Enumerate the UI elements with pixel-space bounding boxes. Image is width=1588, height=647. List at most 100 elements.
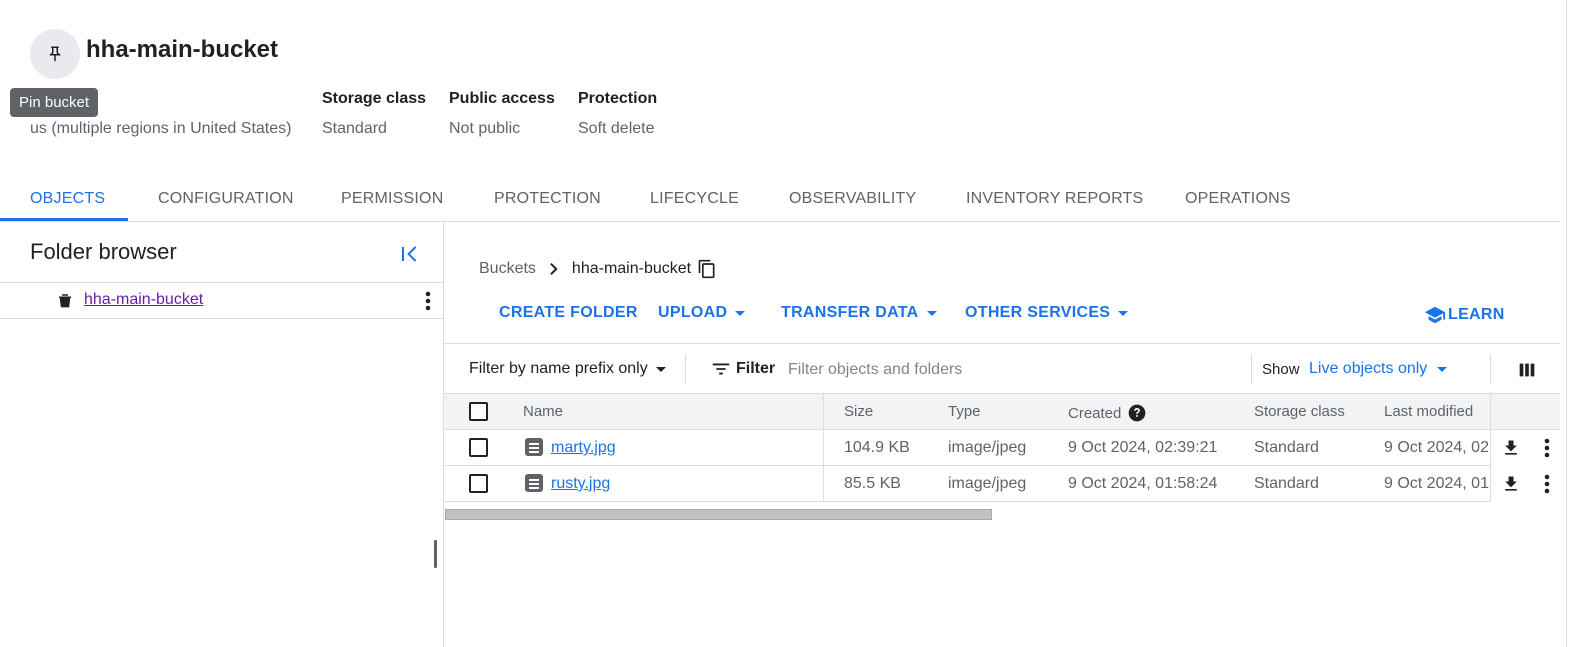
show-objects-select[interactable]: Live objects only bbox=[1309, 360, 1448, 378]
table-row: marty.jpg 104.9 KB image/jpeg 9 Oct 2024… bbox=[444, 430, 1560, 466]
action-toolbar: CREATE FOLDER UPLOAD TRANSFER DATA OTHER… bbox=[444, 300, 1560, 344]
object-created: 9 Oct 2024, 02:39:21 bbox=[1068, 439, 1218, 456]
filter-separator bbox=[685, 354, 686, 384]
location-value: us (multiple regions in United States) bbox=[30, 120, 292, 137]
bucket-icon bbox=[59, 294, 71, 308]
school-icon bbox=[1424, 306, 1446, 324]
collapse-panel-icon[interactable] bbox=[398, 242, 422, 266]
more-vert-icon[interactable] bbox=[418, 289, 438, 313]
tab-observability[interactable]: OBSERVABILITY bbox=[789, 190, 916, 208]
page-title: hha-main-bucket bbox=[86, 36, 279, 63]
pin-icon bbox=[49, 46, 61, 62]
help-icon[interactable] bbox=[1127, 403, 1147, 423]
filter-label: Filter bbox=[736, 360, 776, 377]
active-tab-indicator bbox=[0, 218, 128, 221]
column-header-size[interactable]: Size bbox=[844, 403, 873, 420]
pin-bucket-button[interactable] bbox=[30, 29, 80, 79]
show-label: Show bbox=[1262, 361, 1300, 378]
show-objects-value: Live objects only bbox=[1309, 360, 1428, 377]
object-storage-class: Standard bbox=[1254, 439, 1319, 456]
create-folder-button[interactable]: CREATE FOLDER bbox=[499, 304, 638, 322]
column-header-last-modified[interactable]: Last modified bbox=[1384, 403, 1473, 420]
horizontal-scrollbar[interactable] bbox=[445, 509, 992, 520]
folder-browser-panel: Folder browser hha-main-bucket bbox=[0, 222, 444, 647]
more-vert-icon[interactable] bbox=[1537, 436, 1557, 460]
column-header-type[interactable]: Type bbox=[948, 403, 981, 420]
column-display-icon[interactable] bbox=[1516, 359, 1538, 381]
file-icon bbox=[525, 438, 543, 456]
bucket-tabs: OBJECTS CONFIGURATION PERMISSION PROTECT… bbox=[0, 180, 1560, 222]
dropdown-caret-icon bbox=[655, 366, 666, 372]
tab-lifecycle[interactable]: LIFECYCLE bbox=[650, 190, 739, 208]
upload-label: UPLOAD bbox=[658, 304, 728, 321]
object-created: 9 Oct 2024, 01:58:24 bbox=[1068, 475, 1218, 492]
upload-button[interactable]: UPLOAD bbox=[658, 304, 746, 322]
tab-objects[interactable]: OBJECTS bbox=[30, 190, 105, 208]
select-all-checkbox[interactable] bbox=[469, 402, 488, 421]
public-access-info: Public access Not public bbox=[449, 90, 555, 138]
tab-protection[interactable]: PROTECTION bbox=[494, 190, 601, 208]
panel-resize-handle[interactable] bbox=[434, 540, 437, 568]
public-access-value: Not public bbox=[449, 120, 521, 137]
table-header: Name Size Type Created Storage class Las… bbox=[444, 393, 1560, 430]
columns-separator bbox=[1490, 354, 1491, 384]
folder-tree-item-label[interactable]: hha-main-bucket bbox=[84, 291, 203, 309]
bucket-header: hha-main-bucket Pin bucket us (multiple … bbox=[0, 0, 1588, 180]
breadcrumb: Buckets hha-main-bucket bbox=[479, 257, 717, 281]
dropdown-caret-icon bbox=[926, 310, 937, 316]
download-icon[interactable] bbox=[1501, 474, 1521, 494]
pin-bucket-tooltip: Pin bucket bbox=[10, 88, 99, 117]
row-actions bbox=[1490, 466, 1560, 502]
filter-list-icon bbox=[712, 363, 730, 375]
tab-operations[interactable]: OPERATIONS bbox=[1185, 190, 1291, 208]
object-name-link[interactable]: marty.jpg bbox=[551, 439, 616, 457]
column-divider bbox=[1490, 394, 1491, 430]
column-divider bbox=[823, 430, 824, 466]
object-name-link[interactable]: rusty.jpg bbox=[551, 475, 610, 493]
dropdown-caret-icon bbox=[1437, 366, 1448, 372]
filter-bar: Filter by name prefix only Filter Show L… bbox=[444, 343, 1560, 393]
row-actions bbox=[1490, 430, 1560, 466]
table-row: rusty.jpg 85.5 KB image/jpeg 9 Oct 2024,… bbox=[444, 466, 1560, 502]
row-checkbox[interactable] bbox=[469, 474, 488, 493]
protection-value: Soft delete bbox=[578, 120, 655, 137]
folder-browser-title: Folder browser bbox=[30, 239, 177, 264]
transfer-data-button[interactable]: TRANSFER DATA bbox=[781, 304, 937, 322]
storage-class-info: Storage class Standard bbox=[322, 90, 426, 138]
row-checkbox[interactable] bbox=[469, 438, 488, 457]
column-divider bbox=[823, 466, 824, 502]
protection-label: Protection bbox=[578, 90, 658, 107]
transfer-data-label: TRANSFER DATA bbox=[781, 304, 919, 321]
column-header-created-label: Created bbox=[1068, 404, 1122, 422]
column-header-name[interactable]: Name bbox=[523, 403, 563, 420]
dropdown-caret-icon bbox=[1118, 310, 1129, 316]
column-divider bbox=[823, 394, 824, 430]
other-services-label: OTHER SERVICES bbox=[965, 304, 1111, 321]
show-separator bbox=[1251, 354, 1252, 384]
breadcrumb-buckets-link[interactable]: Buckets bbox=[479, 260, 536, 278]
other-services-button[interactable]: OTHER SERVICES bbox=[965, 304, 1129, 322]
filter-button[interactable]: Filter bbox=[710, 358, 775, 380]
filter-mode-select[interactable]: Filter by name prefix only bbox=[469, 360, 666, 378]
storage-class-label: Storage class bbox=[322, 90, 427, 107]
tab-permission[interactable]: PERMISSION bbox=[341, 190, 443, 208]
object-type: image/jpeg bbox=[948, 475, 1027, 492]
tab-configuration[interactable]: CONFIGURATION bbox=[158, 190, 294, 208]
storage-class-value: Standard bbox=[322, 120, 387, 137]
more-vert-icon[interactable] bbox=[1537, 472, 1557, 496]
column-header-created[interactable]: Created bbox=[1068, 403, 1147, 423]
protection-info: Protection Soft delete bbox=[578, 90, 657, 138]
filter-input[interactable] bbox=[788, 358, 1238, 382]
object-last-modified: 9 Oct 2024, 02:39:21 bbox=[1384, 439, 1490, 456]
tab-inventory-reports[interactable]: INVENTORY REPORTS bbox=[966, 190, 1143, 208]
objects-main: Buckets hha-main-bucket CREATE FOLDER UP… bbox=[444, 222, 1560, 647]
column-header-storage-class[interactable]: Storage class bbox=[1254, 403, 1345, 420]
copy-icon[interactable] bbox=[697, 259, 717, 279]
learn-button[interactable]: LEARN bbox=[1424, 304, 1505, 326]
object-size: 104.9 KB bbox=[844, 439, 910, 456]
filter-mode-value: Filter by name prefix only bbox=[469, 360, 648, 377]
chevron-right-icon bbox=[550, 263, 558, 275]
download-icon[interactable] bbox=[1501, 438, 1521, 458]
folder-tree-item[interactable]: hha-main-bucket bbox=[0, 283, 443, 319]
dropdown-caret-icon bbox=[735, 310, 746, 316]
